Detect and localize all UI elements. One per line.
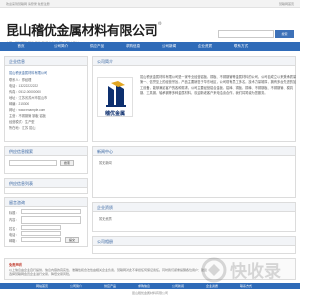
- content-textarea[interactable]: [21, 216, 81, 224]
- submit-message-button[interactable]: 提交: [65, 237, 79, 243]
- nav-item-buying[interactable]: 求购信息: [122, 42, 144, 51]
- product-search-panel: 供应信息搜索 搜索: [4, 146, 88, 174]
- subject-input[interactable]: [21, 209, 81, 214]
- panel-header: 企业资质: [93, 203, 295, 212]
- news-item[interactable]: 暂无新闻: [99, 160, 112, 165]
- panel-header: 公司简介: [93, 57, 295, 66]
- panel-header: 留言咨询: [5, 198, 87, 207]
- name-input[interactable]: [21, 225, 61, 230]
- footer-navigation: 网站首页 公司简介 供应产品 求购信息 公司新闻 企业资质 联系方式: [0, 283, 300, 289]
- disclaimer-title: 免责声明: [9, 263, 22, 267]
- product-search-input[interactable]: [9, 160, 57, 166]
- company-logo: 稽优金属: [97, 77, 133, 117]
- info-line: 所在地：江苏 昆山: [9, 126, 36, 130]
- footer-copyright: 昆山稽优金属材料有限公司: [131, 291, 168, 295]
- topbar-home-link[interactable]: 慧聪网首页: [279, 2, 294, 6]
- form-label-content: 内容：: [9, 218, 19, 222]
- panel-header: 企业信息: [5, 57, 87, 66]
- form-label-email: 邮箱：: [9, 239, 19, 243]
- top-utility-bar: 欢迎来到慧聪网 请登录 免费注册 慧聪网首页: [0, 0, 300, 8]
- panel-title: 公司简介: [97, 59, 113, 64]
- disclaimer-text: 以上信息由企业自行提供，信息内容的真实性、准确性和合法性由相关企业负责，慧聪网对…: [9, 268, 208, 277]
- form-label-subject: 标题：: [9, 211, 19, 215]
- footer-link[interactable]: 公司简介: [70, 283, 82, 289]
- info-line: 主营：不锈钢管 钢板 铝板: [9, 114, 46, 118]
- company-title: 昆山稽优金属材料有限公司(•): [6, 20, 161, 39]
- album-panel: 公司相册: [92, 236, 296, 254]
- panel-title: 留言咨询: [9, 200, 25, 205]
- info-line: 联系人：郑经理: [9, 78, 32, 82]
- panel-header: 供应信息搜索: [5, 147, 87, 156]
- panel-title: 供应信息搜索: [9, 149, 33, 154]
- info-line: 网址：www.example.com: [9, 108, 46, 112]
- company-info-panel: 企业信息 昆山稽优金属材料有限公司 联系人：郑经理 电话：13222222222…: [4, 56, 88, 142]
- topbar-welcome-links[interactable]: 欢迎来到慧聪网 请登录 免费注册: [6, 2, 50, 6]
- supply-list-panel: 供应信息列表: [4, 178, 88, 194]
- main-navigation: 首页 公司简介 供应产品 求购信息 公司新闻 企业资质 联系方式: [0, 42, 300, 51]
- watermark-text: 快收录: [230, 261, 281, 282]
- panel-title: 企业信息: [9, 59, 25, 64]
- panel-header: 供应信息列表: [5, 179, 87, 188]
- nav-item-products[interactable]: 供应产品: [86, 42, 108, 51]
- info-line: 传真：0512-00000000: [9, 90, 41, 94]
- panel-title: 新闻中心: [97, 149, 113, 154]
- company-name: 昆山稽优金属材料有限公司: [6, 23, 158, 38]
- phone-input[interactable]: [21, 231, 61, 236]
- panel-title: 公司相册: [97, 239, 113, 244]
- panel-header: 新闻中心: [93, 147, 295, 156]
- nav-item-about[interactable]: 公司简介: [50, 42, 72, 51]
- search-box: 搜索: [218, 30, 294, 38]
- nav-item-news[interactable]: 公司新闻: [158, 42, 180, 51]
- footer-link[interactable]: 公司新闻: [172, 283, 184, 289]
- nav-item-home[interactable]: 首页: [10, 42, 32, 51]
- info-company-name[interactable]: 昆山稽优金属材料有限公司: [9, 70, 47, 75]
- footer-link[interactable]: 网站首页: [36, 283, 48, 289]
- nav-item-certs[interactable]: 企业资质: [194, 42, 216, 51]
- search-button[interactable]: 搜索: [275, 30, 294, 38]
- email-input[interactable]: [21, 237, 61, 242]
- verified-badge: (•): [158, 20, 162, 25]
- info-line: 邮编：215300: [9, 102, 30, 106]
- footer-link[interactable]: 求购信息: [138, 283, 150, 289]
- form-label-name: 姓名：: [9, 227, 19, 231]
- watermark-logo: 快收录: [201, 257, 281, 283]
- news-panel: 新闻中心 暂无新闻: [92, 146, 296, 198]
- nav-item-contact[interactable]: 联系方式: [230, 42, 252, 51]
- panel-title: 企业资质: [97, 205, 113, 210]
- cert-item: 暂无资质: [99, 217, 112, 221]
- certificates-panel: 企业资质 暂无资质: [92, 202, 296, 232]
- footer-link[interactable]: 企业资质: [206, 283, 218, 289]
- company-logo-text: 稽优金属: [104, 111, 125, 117]
- site-header: 昆山稽优金属材料有限公司(•) 主营：不锈钢管 钢板 铝板 铜 铝合金 管 钢材…: [0, 8, 300, 45]
- info-line: 经营模式：生产型: [9, 120, 35, 124]
- company-intro-text: 昆山稽优金属材料有限公司是一家专业经营铝板、铜板、不锈钢管等金属材料的公司，公司…: [140, 75, 297, 96]
- footer-link[interactable]: 联系方式: [240, 283, 252, 289]
- info-line: 地址：江苏省苏州市昆山市: [9, 96, 48, 100]
- panel-title: 供应信息列表: [9, 181, 33, 186]
- search-input[interactable]: [218, 30, 274, 38]
- info-line: 电话：13222222222: [9, 84, 39, 88]
- product-search-button[interactable]: 搜索: [60, 160, 74, 166]
- form-label-phone: 电话：: [9, 233, 19, 237]
- message-form-panel: 留言咨询 标题： 内容： 姓名： 电话： 邮箱： 提交: [4, 197, 88, 247]
- panel-header: 公司相册: [93, 237, 295, 246]
- footer-link[interactable]: 供应产品: [104, 283, 116, 289]
